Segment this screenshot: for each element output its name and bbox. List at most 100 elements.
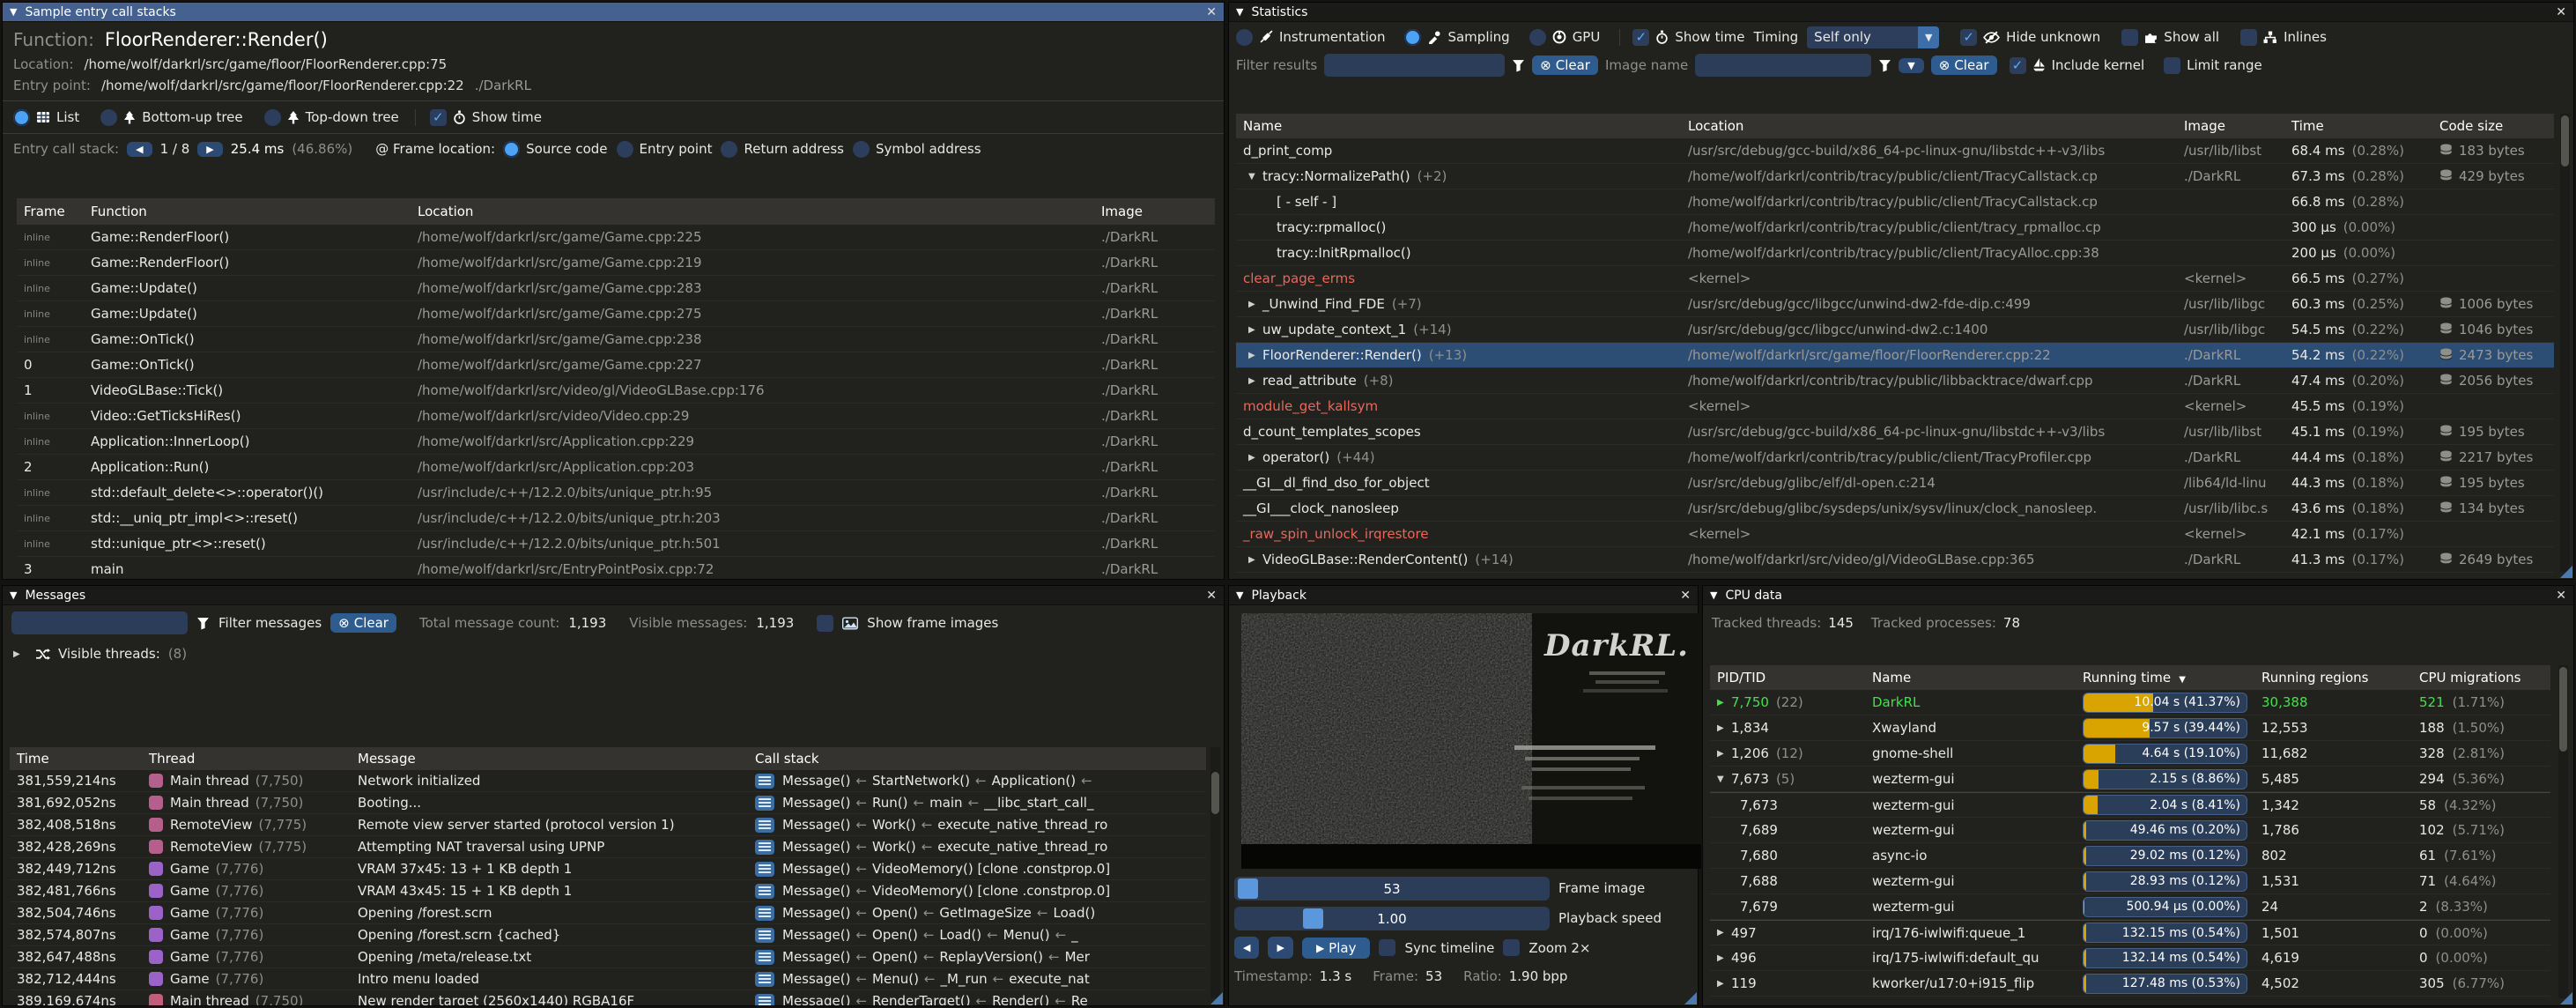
stat-mode-radio[interactable] xyxy=(1404,29,1421,46)
sync-timeline-checkbox[interactable] xyxy=(1379,939,1395,956)
resize-grip[interactable] xyxy=(1684,992,1697,1004)
table-row[interactable]: tracy::rpmalloc()/home/wolf/darkrl/contr… xyxy=(1236,215,2554,241)
table-row[interactable]: _raw_spin_unlock_irqrestore<kernel><kern… xyxy=(1236,522,2554,547)
cpu-row[interactable]: ▶497irq/176-iwlwifi:queue_1132.15 ms (0.… xyxy=(1710,920,2550,945)
slider-thumb[interactable] xyxy=(1238,878,1258,899)
close-icon[interactable]: ✕ xyxy=(1206,5,1217,19)
stat-mode-radio[interactable] xyxy=(1529,29,1546,46)
view-mode-list[interactable]: List xyxy=(13,109,79,126)
frame-location-option[interactable]: Entry point xyxy=(617,141,713,158)
show-time-checkbox[interactable]: ✓ xyxy=(430,109,447,126)
expand-icon[interactable]: ▶ xyxy=(1248,300,1262,309)
table-row[interactable]: inlineGame::Update()/home/wolf/darkrl/sr… xyxy=(17,301,1215,327)
show-all-checkbox[interactable] xyxy=(2121,29,2138,46)
table-row[interactable]: d_print_comp/usr/src/debug/gcc-build/x86… xyxy=(1236,138,2554,164)
message-row[interactable]: 382,647,488nsGame(7,776)Opening /meta/re… xyxy=(10,946,1206,968)
table-row[interactable]: inlineGame::RenderFloor()/home/wolf/dark… xyxy=(17,225,1215,250)
collapse-icon[interactable]: ▼ xyxy=(10,6,17,18)
resize-grip[interactable] xyxy=(2560,992,2572,1004)
close-icon[interactable]: ✕ xyxy=(1680,589,1691,603)
hide-unknown-checkbox[interactable]: ✓ xyxy=(1960,29,1977,46)
view-mode-radio[interactable] xyxy=(100,109,117,126)
cpu-row[interactable]: ▼7,673(5)wezterm-gui2.15 s (8.86%)5,4852… xyxy=(1710,767,2550,792)
play-button[interactable]: ▶Play xyxy=(1302,938,1371,959)
expand-icon[interactable]: ▶ xyxy=(1717,928,1731,938)
message-filter-input[interactable] xyxy=(11,611,188,634)
expand-icon[interactable]: ▶ xyxy=(1248,453,1262,463)
cpu-row[interactable]: 7,679wezterm-gui500.94 µs (0.00%)242(8.3… xyxy=(1710,894,2550,920)
table-row[interactable]: 0Game::OnTick()/home/wolf/darkrl/src/gam… xyxy=(17,352,1215,378)
message-row[interactable]: 382,449,712nsGame(7,776)VRAM 37x45: 13 +… xyxy=(10,858,1206,880)
table-row[interactable]: inlineVideo::GetTicksHiRes()/home/wolf/d… xyxy=(17,404,1215,429)
column-header[interactable]: Function xyxy=(84,200,411,223)
frame-location-option[interactable]: Return address xyxy=(721,141,843,158)
message-row[interactable]: 389,169,674nsMain thread(7,750)New rende… xyxy=(10,990,1206,1005)
show-all-toggle[interactable]: Show all xyxy=(2121,29,2219,46)
stat-mode-radio[interactable] xyxy=(1236,29,1253,46)
column-header[interactable]: Location xyxy=(1681,115,2177,137)
column-header[interactable]: Name xyxy=(1236,115,1681,137)
call-stack-icon[interactable] xyxy=(755,796,774,811)
frame-location-radio[interactable] xyxy=(853,141,870,158)
expand-icon[interactable]: ▶ xyxy=(1248,325,1262,335)
inlines-checkbox[interactable] xyxy=(2240,29,2257,46)
call-stack-icon[interactable] xyxy=(755,928,774,943)
table-row[interactable]: inlinestd::unique_ptr<>::reset()/usr/inc… xyxy=(17,531,1215,557)
table-row[interactable]: tracy::InitRpmalloc()/home/wolf/darkrl/c… xyxy=(1236,241,2554,266)
view-mode-top-down-tree[interactable]: Top-down tree xyxy=(264,109,399,126)
table-row[interactable]: d_count_templates_scopes/usr/src/debug/g… xyxy=(1236,419,2554,445)
chevron-down-icon[interactable]: ▼ xyxy=(1918,26,1939,48)
cpu-scrollbar[interactable] xyxy=(2558,665,2568,998)
collapse-icon[interactable]: ▼ xyxy=(1236,6,1243,18)
table-row[interactable]: inlineGame::RenderFloor()/home/wolf/dark… xyxy=(17,250,1215,276)
cpu-row[interactable]: ▶119kworker/u17:0+i915_flip127.48 ms (0.… xyxy=(1710,971,2550,997)
clear-messages-button[interactable]: ⊗Clear xyxy=(330,613,396,633)
column-header[interactable]: Image xyxy=(1094,200,1215,223)
cpu-row[interactable]: 7,680async-io29.02 ms (0.12%)80261(7.61%… xyxy=(1710,843,2550,869)
clear-image-filter-button[interactable]: ⊗Clear xyxy=(1931,56,1997,75)
view-mode-radio[interactable] xyxy=(13,109,30,126)
hide-unknown-toggle[interactable]: ✓Hide unknown xyxy=(1960,29,2100,46)
column-header[interactable]: PID/TID xyxy=(1710,666,1865,689)
cpu-row[interactable]: 7,673wezterm-gui2.04 s (8.41%)1,34258(4.… xyxy=(1710,792,2550,818)
filter-results-input[interactable] xyxy=(1324,54,1505,77)
table-row[interactable]: module_get_kallsym<kernel><kernel>45.5 m… xyxy=(1236,394,2554,419)
show-time-toggle[interactable]: ✓Show time xyxy=(1619,29,1744,46)
message-row[interactable]: 382,574,807nsGame(7,776)Opening /forest.… xyxy=(10,924,1206,946)
table-row[interactable]: ▶uw_update_context_1(+14)/usr/src/debug/… xyxy=(1236,317,2554,343)
collapse-icon[interactable]: ▼ xyxy=(1236,589,1243,601)
resize-grip[interactable] xyxy=(1210,992,1223,1004)
expand-icon[interactable]: ▼ xyxy=(1717,775,1731,784)
collapse-icon[interactable]: ▼ xyxy=(1710,589,1717,601)
column-header[interactable]: Code size xyxy=(2432,115,2554,137)
call-stack-icon[interactable] xyxy=(755,950,774,965)
expand-icon[interactable]: ▶ xyxy=(1717,723,1731,733)
cpu-row[interactable]: ▶1,206(12)gnome-shell4.64 s (19.10%)11,6… xyxy=(1710,741,2550,767)
messages-titlebar[interactable]: ▼ Messages ✕ xyxy=(3,586,1224,605)
sample-panel-titlebar[interactable]: ▼ Sample entry call stacks ✕ xyxy=(3,3,1224,22)
cpu-row[interactable]: 7,688wezterm-gui28.93 ms (0.12%)1,53171(… xyxy=(1710,869,2550,894)
table-row[interactable]: 1VideoGLBase::Tick()/home/wolf/darkrl/sr… xyxy=(17,378,1215,404)
message-row[interactable]: 381,692,052nsMain thread(7,750)Booting..… xyxy=(10,792,1206,814)
table-row[interactable]: clear_page_erms<kernel><kernel>66.5 ms(0… xyxy=(1236,266,2554,292)
message-row[interactable]: 382,481,766nsGame(7,776)VRAM 43x45: 15 +… xyxy=(10,880,1206,902)
prev-frame-button[interactable]: ◀ xyxy=(1234,937,1259,959)
message-row[interactable]: 382,504,746nsGame(7,776)Opening /forest.… xyxy=(10,902,1206,924)
column-header[interactable]: Frame xyxy=(17,200,84,223)
expand-icon[interactable]: ▶ xyxy=(1248,376,1262,386)
table-row[interactable]: 3main/home/wolf/darkrl/src/EntryPointPos… xyxy=(17,557,1215,579)
frame-location-radio[interactable] xyxy=(721,141,737,158)
view-mode-bottom-up-tree[interactable]: Bottom-up tree xyxy=(100,109,242,126)
expand-threads-icon[interactable]: ▶ xyxy=(13,649,27,659)
column-header[interactable]: Thread xyxy=(142,747,351,770)
cpu-data-titlebar[interactable]: ▼ CPU data ✕ xyxy=(1703,586,2573,605)
close-icon[interactable]: ✕ xyxy=(2556,589,2566,603)
show-frame-images-checkbox[interactable] xyxy=(817,615,833,632)
message-row[interactable]: 382,428,269nsRemoteView(7,775)Attempting… xyxy=(10,836,1206,858)
frame-location-radio[interactable] xyxy=(503,141,520,158)
table-row[interactable]: [ - self - ]/home/wolf/darkrl/contrib/tr… xyxy=(1236,189,2554,215)
cpu-row[interactable]: ▶496irq/175-iwlwifi:default_qu132.14 ms … xyxy=(1710,945,2550,971)
table-row[interactable]: __GI__dl_find_dso_for_object/usr/src/deb… xyxy=(1236,471,2554,496)
next-call-stack-button[interactable]: ▶ xyxy=(197,142,222,157)
inlines-toggle[interactable]: Inlines xyxy=(2240,29,2327,46)
